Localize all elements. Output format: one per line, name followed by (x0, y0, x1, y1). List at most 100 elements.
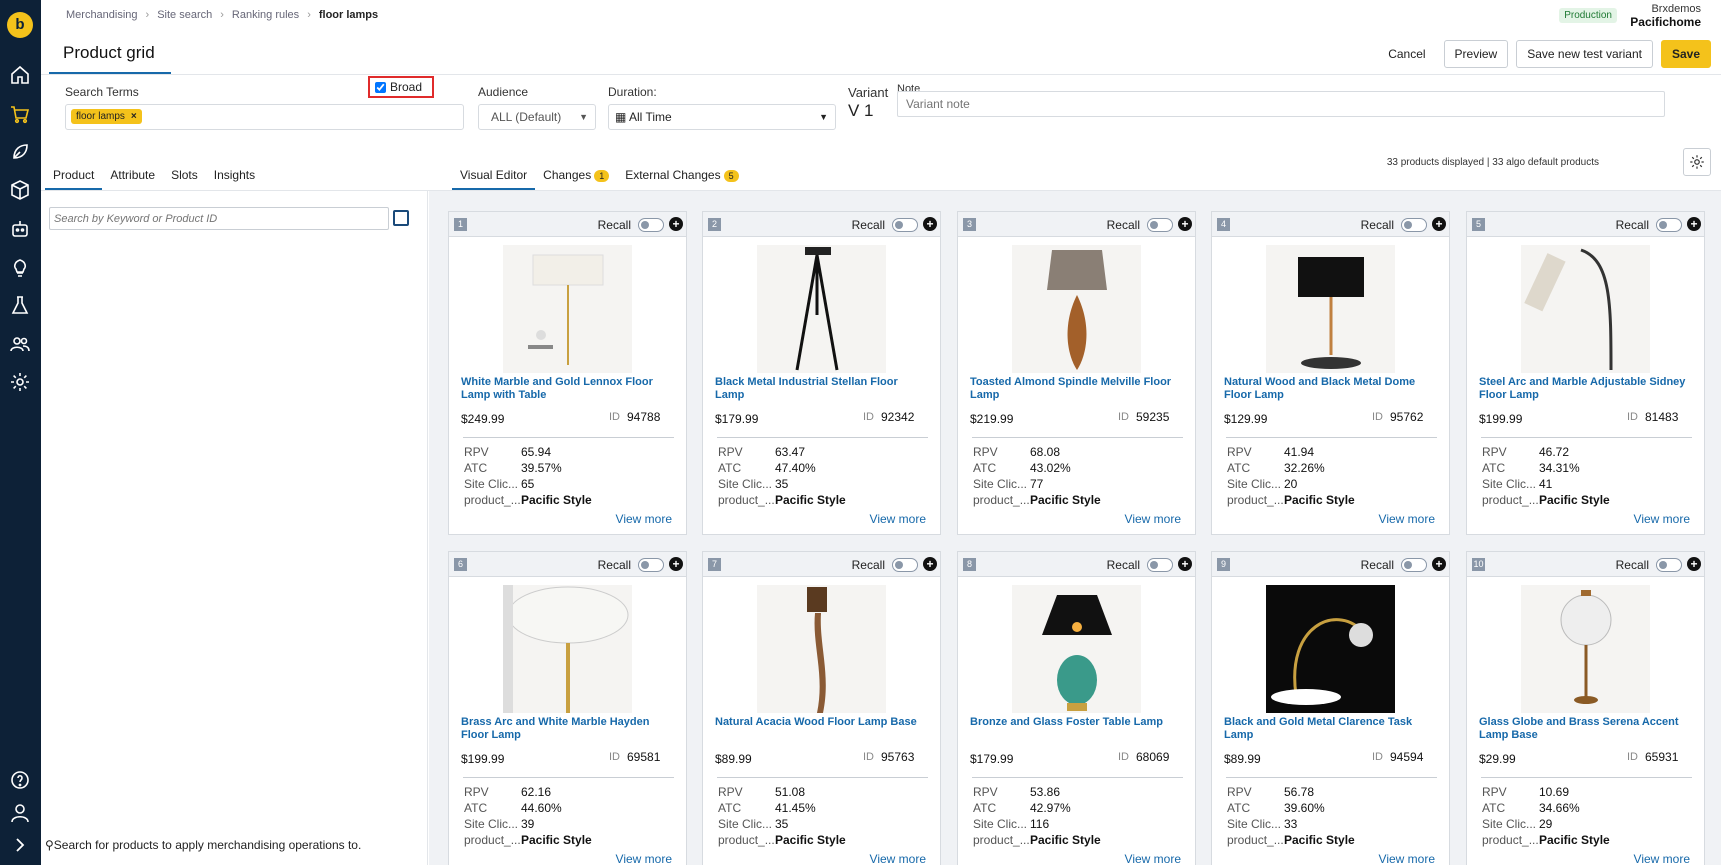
save-new-test-variant-button[interactable]: Save new test variant (1516, 40, 1653, 68)
product-image[interactable] (503, 585, 632, 713)
tab-visual-editor[interactable]: Visual Editor (452, 160, 536, 190)
recall-toggle[interactable] (892, 218, 918, 232)
breadcrumb-site-search[interactable]: Site search (157, 9, 212, 21)
add-icon[interactable]: + (1432, 557, 1446, 571)
account-switcher[interactable]: Brxdemos Pacifichome (1630, 3, 1701, 29)
product-price: $89.99 (1224, 752, 1261, 766)
tab-product[interactable]: Product (45, 160, 103, 190)
add-icon[interactable]: + (1178, 217, 1192, 231)
duration-select[interactable]: ▦ All Time ▼ (608, 104, 836, 130)
user-icon[interactable] (8, 801, 32, 825)
broad-checkbox[interactable] (375, 81, 386, 93)
tab-slots[interactable]: Slots (163, 160, 206, 190)
product-image[interactable] (1266, 585, 1395, 713)
add-icon[interactable]: + (1687, 217, 1701, 231)
view-more-link[interactable]: View more (1379, 852, 1435, 865)
flask-icon[interactable] (8, 294, 32, 318)
product-card[interactable]: 5 Recall + Steel Arc and Marble Adjustab… (1466, 211, 1705, 535)
recall-toggle[interactable] (1147, 558, 1173, 572)
product-card[interactable]: 9 Recall + Black and Gold Metal Clarence… (1211, 551, 1450, 865)
recall-toggle[interactable] (638, 558, 664, 572)
view-more-link[interactable]: View more (1634, 512, 1690, 526)
users-icon[interactable] (8, 332, 32, 356)
view-more-link[interactable]: View more (1634, 852, 1690, 865)
view-more-link[interactable]: View more (616, 852, 672, 865)
home-icon[interactable] (8, 63, 32, 87)
product-image[interactable] (1521, 245, 1650, 373)
preview-button[interactable]: Preview (1443, 40, 1509, 68)
audience-select[interactable]: ALL (Default) ▼ (478, 104, 596, 130)
product-name-link[interactable]: Natural Wood and Black Metal Dome Floor … (1224, 376, 1439, 402)
product-image[interactable] (757, 245, 886, 373)
lightbulb-icon[interactable] (8, 256, 32, 280)
recall-toggle[interactable] (1656, 558, 1682, 572)
add-icon[interactable]: + (1432, 217, 1446, 231)
product-image[interactable] (1521, 585, 1650, 713)
product-image[interactable] (1266, 245, 1395, 373)
product-card[interactable]: 8 Recall + Bronze and Glass Foster Table… (957, 551, 1196, 865)
chevron-right-icon[interactable] (8, 833, 32, 857)
recall-toggle[interactable] (1401, 558, 1427, 572)
view-more-link[interactable]: View more (1125, 852, 1181, 865)
add-icon[interactable]: + (669, 557, 683, 571)
recall-toggle[interactable] (638, 218, 664, 232)
remove-term-icon[interactable]: × (131, 111, 137, 122)
breadcrumb-ranking-rules[interactable]: Ranking rules (232, 9, 299, 21)
product-name-link[interactable]: Glass Globe and Brass Serena Accent Lamp… (1479, 716, 1694, 742)
product-card[interactable]: 4 Recall + Natural Wood and Black Metal … (1211, 211, 1450, 535)
recall-toggle[interactable] (1147, 218, 1173, 232)
add-icon[interactable]: + (1178, 557, 1192, 571)
tab-external-changes[interactable]: External Changes 5 (617, 160, 746, 190)
view-more-link[interactable]: View more (1379, 512, 1435, 526)
product-card[interactable]: 10 Recall + Glass Globe and Brass Serena… (1466, 551, 1705, 865)
breadcrumb-merchandising[interactable]: Merchandising (66, 9, 138, 21)
brand-logo[interactable]: b (7, 12, 33, 38)
tab-attribute[interactable]: Attribute (102, 160, 163, 190)
product-name-link[interactable]: Black and Gold Metal Clarence Task Lamp (1224, 716, 1439, 742)
site-clicks-value: 20 (1284, 477, 1298, 491)
product-name-link[interactable]: Toasted Almond Spindle Melville Floor La… (970, 376, 1185, 402)
gear-icon[interactable] (8, 370, 32, 394)
add-icon[interactable]: + (1687, 557, 1701, 571)
product-name-link[interactable]: Steel Arc and Marble Adjustable Sidney F… (1479, 376, 1694, 402)
product-card[interactable]: 7 Recall + Natural Acacia Wood Floor Lam… (702, 551, 941, 865)
save-button[interactable]: Save (1660, 40, 1711, 68)
search-terms-input[interactable]: floor lamps × (65, 104, 464, 130)
product-name-link[interactable]: Black Metal Industrial Stellan Floor Lam… (715, 376, 930, 402)
view-more-link[interactable]: View more (616, 512, 672, 526)
recall-toggle[interactable] (1656, 218, 1682, 232)
product-card[interactable]: 1 Recall + White Marble and Gold Lennox … (448, 211, 687, 535)
select-all-checkbox-icon[interactable] (393, 210, 409, 226)
cancel-button[interactable]: Cancel (1378, 40, 1436, 68)
add-icon[interactable]: + (923, 217, 937, 231)
product-name-link[interactable]: Bronze and Glass Foster Table Lamp (970, 716, 1185, 729)
product-card[interactable]: 6 Recall + Brass Arc and White Marble Ha… (448, 551, 687, 865)
broad-toggle[interactable]: Broad (368, 76, 434, 98)
recall-toggle[interactable] (1401, 218, 1427, 232)
view-more-link[interactable]: View more (870, 512, 926, 526)
product-name-link[interactable]: Brass Arc and White Marble Hayden Floor … (461, 716, 676, 742)
product-search-input[interactable] (49, 207, 389, 230)
cart-icon[interactable] (8, 102, 32, 126)
box-icon[interactable] (8, 178, 32, 202)
product-image[interactable] (503, 245, 632, 373)
robot-icon[interactable] (8, 217, 32, 241)
tab-changes[interactable]: Changes 1 (535, 160, 617, 190)
product-card[interactable]: 2 Recall + Black Metal Industrial Stella… (702, 211, 941, 535)
product-image[interactable] (1012, 245, 1141, 373)
add-icon[interactable]: + (669, 217, 683, 231)
view-more-link[interactable]: View more (870, 852, 926, 865)
product-card[interactable]: 3 Recall + Toasted Almond Spindle Melvil… (957, 211, 1196, 535)
view-more-link[interactable]: View more (1125, 512, 1181, 526)
product-name-link[interactable]: Natural Acacia Wood Floor Lamp Base (715, 716, 930, 729)
leaf-icon[interactable] (8, 140, 32, 164)
variant-note-input[interactable] (897, 91, 1665, 117)
grid-settings-button[interactable] (1683, 148, 1711, 176)
tab-insights[interactable]: Insights (206, 160, 263, 190)
product-image[interactable] (1012, 585, 1141, 713)
help-icon[interactable] (8, 768, 32, 792)
product-image[interactable] (757, 585, 886, 713)
recall-toggle[interactable] (892, 558, 918, 572)
product-name-link[interactable]: White Marble and Gold Lennox Floor Lamp … (461, 376, 676, 402)
add-icon[interactable]: + (923, 557, 937, 571)
